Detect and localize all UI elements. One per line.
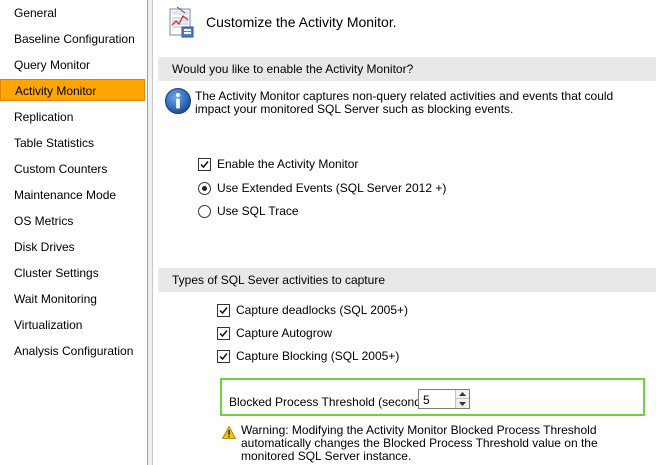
check-icon <box>219 306 228 314</box>
capture-blocking-label: Capture Blocking (SQL 2005+) <box>236 349 400 363</box>
blocked-process-threshold-label: Blocked Process Threshold (seconds): <box>229 395 435 409</box>
threshold-warning-text: Warning: Modifying the Activity Monitor … <box>241 423 598 463</box>
blocked-process-threshold-stepper[interactable] <box>418 389 470 409</box>
capture-deadlocks-label: Capture deadlocks (SQL 2005+) <box>236 303 408 317</box>
sidebar-item-maintenance-mode[interactable]: Maintenance Mode <box>0 184 145 206</box>
sidebar-item-wait-monitoring[interactable]: Wait Monitoring <box>0 288 145 310</box>
check-icon <box>219 352 228 360</box>
use-extended-events-row[interactable]: Use Extended Events (SQL Server 2012 +) <box>198 181 446 195</box>
sidebar-item-activity-monitor[interactable]: Activity Monitor <box>0 79 145 101</box>
settings-sidebar: General Baseline Configuration Query Mon… <box>0 0 147 465</box>
sidebar-item-query-monitor[interactable]: Query Monitor <box>0 54 145 76</box>
arrow-up-icon <box>459 392 466 396</box>
enable-activity-monitor-row[interactable]: Enable the Activity Monitor <box>198 157 358 171</box>
warning-icon <box>221 425 237 439</box>
sidebar-item-disk-drives[interactable]: Disk Drives <box>0 236 145 258</box>
use-sql-trace-row[interactable]: Use SQL Trace <box>198 204 299 218</box>
check-icon <box>219 329 228 337</box>
use-sql-trace-label: Use SQL Trace <box>217 204 299 218</box>
sidebar-item-general[interactable]: General <box>0 2 145 24</box>
info-description: The Activity Monitor captures non-query … <box>195 89 614 116</box>
blocked-process-threshold-group: Blocked Process Threshold (seconds): <box>220 378 645 416</box>
page-title: Customize the Activity Monitor. <box>206 14 397 30</box>
sidebar-item-analysis-configuration[interactable]: Analysis Configuration <box>0 340 145 362</box>
blocked-process-threshold-input[interactable] <box>423 392 453 408</box>
check-icon <box>200 160 209 168</box>
sidebar-item-table-statistics[interactable]: Table Statistics <box>0 132 145 154</box>
spin-up-button[interactable] <box>455 390 469 399</box>
use-extended-events-label: Use Extended Events (SQL Server 2012 +) <box>217 181 447 195</box>
enable-section-header: Would you like to enable the Activity Mo… <box>158 57 656 81</box>
activity-monitor-icon <box>169 6 195 39</box>
info-icon <box>164 87 192 115</box>
capture-autogrow-label: Capture Autogrow <box>236 326 333 340</box>
arrow-down-icon <box>459 401 466 406</box>
spin-down-button[interactable] <box>455 399 469 408</box>
capture-deadlocks-checkbox[interactable] <box>217 303 230 317</box>
sidebar-item-baseline-configuration[interactable]: Baseline Configuration <box>0 28 145 50</box>
enable-activity-monitor-label: Enable the Activity Monitor <box>217 157 359 171</box>
sidebar-item-virtualization[interactable]: Virtualization <box>0 314 145 336</box>
enable-activity-monitor-checkbox[interactable] <box>198 157 211 171</box>
capture-section-header: Types of SQL Sever activities to capture <box>158 268 656 292</box>
capture-autogrow-row[interactable]: Capture Autogrow <box>217 326 332 340</box>
capture-blocking-row[interactable]: Capture Blocking (SQL 2005+) <box>217 349 399 363</box>
use-extended-events-radio[interactable] <box>198 181 211 195</box>
capture-blocking-checkbox[interactable] <box>217 349 230 363</box>
capture-autogrow-checkbox[interactable] <box>217 326 230 340</box>
activity-monitor-panel: Customize the Activity Monitor. Would yo… <box>153 0 656 465</box>
sidebar-item-cluster-settings[interactable]: Cluster Settings <box>0 262 145 284</box>
capture-deadlocks-row[interactable]: Capture deadlocks (SQL 2005+) <box>217 303 408 317</box>
sidebar-item-replication[interactable]: Replication <box>0 106 145 128</box>
sidebar-item-os-metrics[interactable]: OS Metrics <box>0 210 145 232</box>
use-sql-trace-radio[interactable] <box>198 204 211 218</box>
sidebar-item-custom-counters[interactable]: Custom Counters <box>0 158 145 180</box>
